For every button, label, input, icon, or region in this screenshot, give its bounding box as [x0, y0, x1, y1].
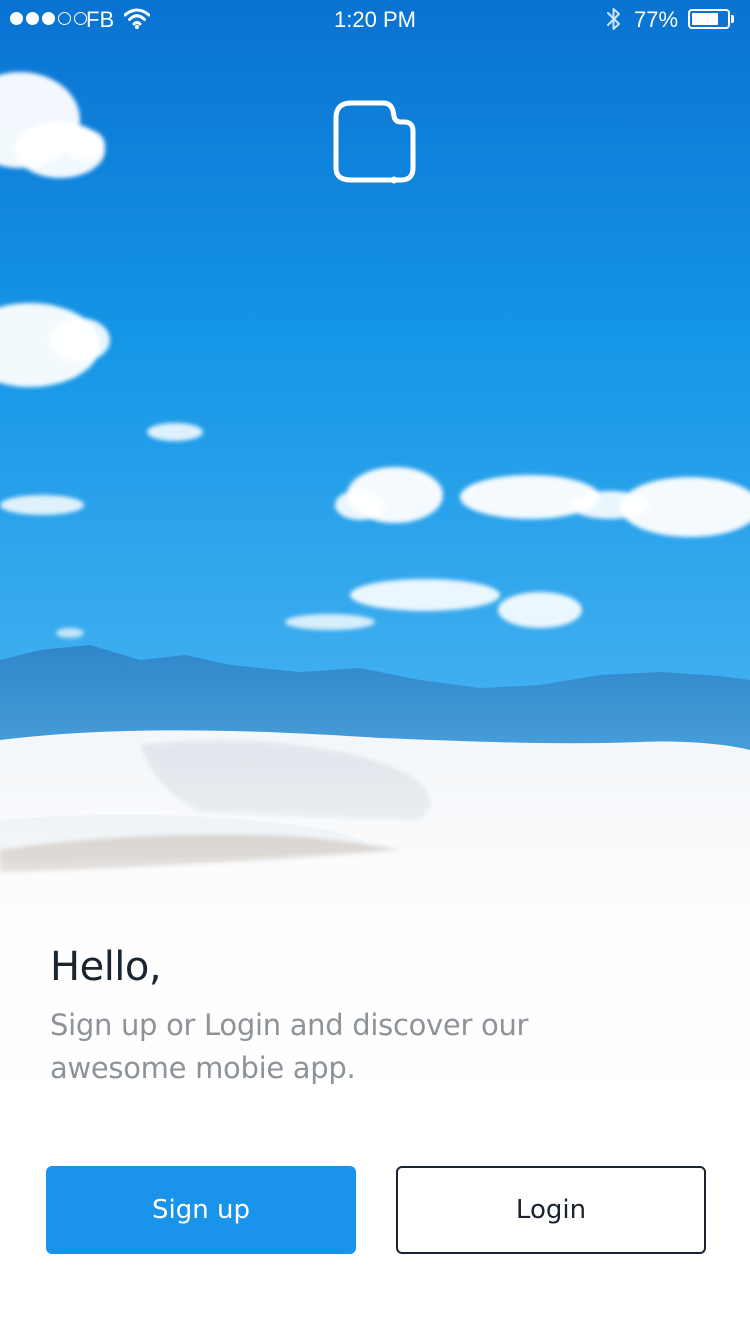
battery-percent: 77%	[634, 7, 679, 32]
welcome-screen: FB 1:20 PM 77% Hello, Sign up or Login a…	[0, 0, 750, 1334]
welcome-subtitle: Sign up or Login and discover our awesom…	[50, 1008, 529, 1085]
background-landscape-image	[0, 0, 750, 1334]
battery-fill-level	[692, 13, 718, 25]
sign-up-button[interactable]: Sign up	[46, 1166, 356, 1254]
sign-up-label: Sign up	[152, 1195, 250, 1225]
battery-icon	[688, 9, 730, 29]
greeting-heading: Hello,	[50, 944, 162, 990]
bluetooth-icon	[607, 8, 620, 30]
status-bar: FB 1:20 PM 77%	[0, 0, 750, 40]
battery-nub	[731, 15, 734, 23]
app-logo-icon	[333, 100, 416, 184]
login-label: Login	[515, 1195, 587, 1225]
login-button[interactable]: Login	[396, 1166, 706, 1254]
